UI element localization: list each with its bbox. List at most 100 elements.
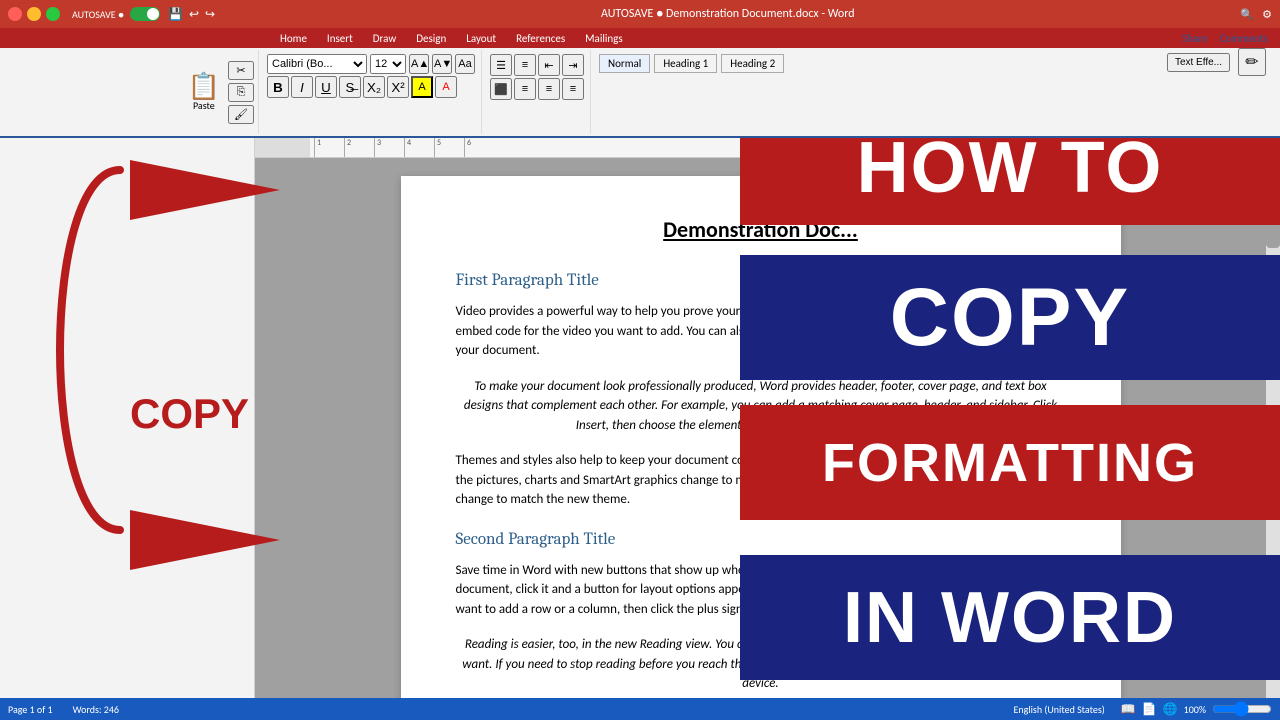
- menu-layout[interactable]: Layout: [456, 30, 506, 47]
- menu-design[interactable]: Design: [406, 30, 456, 47]
- ribbon-left-panel: 📋 Paste ✂ ⎘ 🖌: [4, 50, 259, 134]
- list-row: ☰ ≡ ⇤ ⇥: [490, 54, 584, 76]
- scrollbar-thumb[interactable]: [1266, 168, 1280, 248]
- share-link[interactable]: Share: [1182, 32, 1207, 45]
- para1: Video provides a powerful way to help yo…: [456, 302, 1066, 361]
- highlight-btn[interactable]: A: [411, 76, 433, 98]
- format-painter-btn[interactable]: 🖌: [228, 105, 254, 124]
- cut-btn[interactable]: ✂: [228, 61, 254, 80]
- font-row2: B I U S̶ X₂ X² A A: [267, 76, 475, 98]
- app-title: AUTOSAVE ● Demonstration Document.docx -…: [215, 7, 1240, 21]
- heading1: First Paragraph Title: [456, 271, 1066, 290]
- save-icon[interactable]: 💾: [168, 7, 183, 22]
- heading2: Second Paragraph Title: [456, 530, 1066, 549]
- settings-icon[interactable]: ⚙: [1262, 8, 1272, 21]
- font-row1: Calibri (Bo... 12 A▲ A▼ Aa: [267, 54, 475, 74]
- app-bar: AUTOSAVE ● 💾 ↩ ↪ AUTOSAVE ● Demonstratio…: [0, 0, 1280, 138]
- status-bar: Page 1 of 1 Words: 246 English (United S…: [0, 698, 1280, 720]
- italic-btn[interactable]: I: [291, 76, 313, 98]
- autosave-area: AUTOSAVE ●: [72, 7, 160, 21]
- font-name-select[interactable]: Calibri (Bo...: [267, 54, 367, 74]
- right-ribbon-tools: Text Effe... ✏: [1167, 48, 1266, 76]
- para-italic1: To make your document look professionall…: [456, 377, 1066, 436]
- menu-references[interactable]: References: [506, 30, 575, 47]
- para2: Themes and styles also help to keep your…: [456, 451, 1066, 510]
- ruler-mark-4: 4: [404, 138, 434, 157]
- zoom-level: 100%: [1184, 703, 1206, 716]
- view-controls: 📖 📄 🌐 100%: [1121, 701, 1272, 717]
- font-grow-btn[interactable]: A▲: [409, 54, 429, 74]
- quick-access: 💾 ↩ ↪: [168, 7, 215, 22]
- paste-label: Paste: [193, 99, 215, 112]
- search-icon[interactable]: 🔍: [1240, 8, 1254, 21]
- doc-title: Demonstration Doc...: [456, 216, 1066, 243]
- page-container: Demonstration Doc... First Paragraph Tit…: [255, 158, 1266, 698]
- ruler-bar: 1 2 3 4 5 6: [255, 138, 1266, 158]
- word-count: Words: 246: [73, 703, 119, 716]
- menu-home[interactable]: Home: [270, 30, 317, 47]
- paste-btn[interactable]: 📋 Paste: [180, 69, 228, 116]
- font-color-btn[interactable]: A: [435, 76, 457, 98]
- window-controls: [8, 7, 60, 21]
- bold-btn[interactable]: B: [267, 76, 289, 98]
- strikethrough-btn[interactable]: S̶: [339, 76, 361, 98]
- text-effects-btn[interactable]: Text Effe...: [1167, 53, 1230, 72]
- redo-icon[interactable]: ↪: [205, 7, 215, 22]
- print-view-btn[interactable]: 📄: [1142, 702, 1157, 716]
- underline-btn[interactable]: U: [315, 76, 337, 98]
- font-size-select[interactable]: 12: [370, 54, 406, 74]
- copy-btn[interactable]: ⎘: [228, 83, 254, 102]
- autosave-label: AUTOSAVE ●: [72, 8, 124, 21]
- justify-btn[interactable]: ≡: [562, 78, 584, 100]
- menu-row: Home Insert Draw Design Layout Reference…: [0, 28, 1280, 48]
- edit-icon-btn[interactable]: ✏: [1238, 48, 1266, 76]
- align-center-btn[interactable]: ≡: [514, 78, 536, 100]
- minimize-btn[interactable]: [27, 7, 41, 21]
- share-area: Share Comments: [1182, 32, 1280, 45]
- align-right-btn[interactable]: ≡: [538, 78, 560, 100]
- menu-draw[interactable]: Draw: [363, 30, 406, 47]
- align-left-btn[interactable]: ⬛: [490, 78, 512, 100]
- indent-decrease-btn[interactable]: ⇤: [538, 54, 560, 76]
- undo-icon[interactable]: ↩: [189, 7, 199, 22]
- title-bar: AUTOSAVE ● 💾 ↩ ↪ AUTOSAVE ● Demonstratio…: [0, 0, 1280, 28]
- ruler-mark-5: 5: [434, 138, 464, 157]
- clear-format-btn[interactable]: Aa: [455, 54, 475, 74]
- ruler-mark-1: 1: [314, 138, 344, 157]
- para3: Save time in Word with new buttons that …: [456, 561, 1066, 620]
- bullets-btn[interactable]: ☰: [490, 54, 512, 76]
- heading2-style[interactable]: Heading 2: [721, 54, 784, 73]
- autosave-toggle[interactable]: [130, 7, 160, 21]
- superscript-btn[interactable]: X²: [387, 76, 409, 98]
- indent-increase-btn[interactable]: ⇥: [562, 54, 584, 76]
- heading1-style[interactable]: Heading 1: [654, 54, 717, 73]
- menu-insert[interactable]: Insert: [317, 30, 363, 47]
- document-area: 1 2 3 4 5 6 Demonstration Doc... First P…: [255, 138, 1266, 698]
- paragraph-section: ☰ ≡ ⇤ ⇥ ⬛ ≡ ≡ ≡: [484, 50, 591, 134]
- menu-mailings[interactable]: Mailings: [575, 30, 633, 47]
- ruler-mark-2: 2: [344, 138, 374, 157]
- ruler-mark-6: 6: [464, 138, 494, 157]
- page-info: Page 1 of 1: [8, 703, 53, 716]
- para-italic2: Reading is easier, too, in the new Readi…: [456, 635, 1066, 694]
- ribbon-band: 📋 Paste ✂ ⎘ 🖌 Calibri (Bo... 12 A▲ A▼ Aa: [0, 48, 1280, 138]
- font-section: Calibri (Bo... 12 A▲ A▼ Aa B I U S̶ X₂ X…: [261, 50, 482, 134]
- subscript-btn[interactable]: X₂: [363, 76, 385, 98]
- doc-page: Demonstration Doc... First Paragraph Tit…: [401, 176, 1121, 698]
- numbering-btn[interactable]: ≡: [514, 54, 536, 76]
- close-btn[interactable]: [8, 7, 22, 21]
- paste-icon: 📋: [188, 73, 220, 99]
- language-label: English (United States): [1014, 703, 1105, 716]
- normal-style[interactable]: Normal: [599, 54, 650, 73]
- web-view-btn[interactable]: 🌐: [1163, 702, 1178, 716]
- ruler-margin-left: [255, 138, 310, 157]
- title-right-icons: 🔍 ⚙: [1240, 8, 1272, 21]
- scrollbar-vertical[interactable]: [1266, 148, 1280, 720]
- read-view-btn[interactable]: 📖: [1121, 702, 1136, 716]
- clipboard-small-btns: ✂ ⎘ 🖌: [228, 61, 254, 124]
- maximize-btn[interactable]: [46, 7, 60, 21]
- comments-link[interactable]: Comments: [1220, 32, 1268, 45]
- zoom-slider[interactable]: [1212, 701, 1272, 717]
- font-shrink-btn[interactable]: A▼: [432, 54, 452, 74]
- ruler-mark-3: 3: [374, 138, 404, 157]
